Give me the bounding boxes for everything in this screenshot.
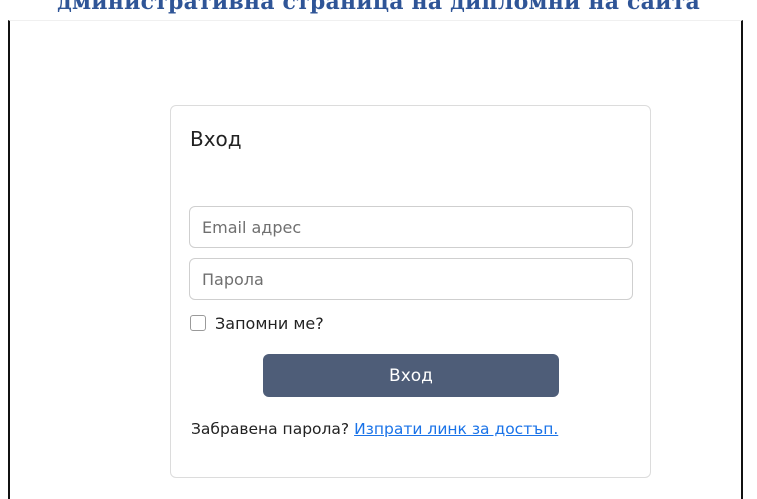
- login-card: Вход Запомни ме? Вход Забравена парола? …: [170, 105, 651, 478]
- login-button[interactable]: Вход: [263, 354, 559, 397]
- forgot-password-text: Забравена парола?: [191, 420, 355, 438]
- password-input[interactable]: [189, 258, 633, 300]
- send-access-link[interactable]: Изпрати линк за достъп.: [354, 420, 558, 438]
- header-strip: дминистративна страница на дипломни на с…: [0, 0, 757, 20]
- email-input[interactable]: [189, 206, 633, 248]
- content-frame: Вход Запомни ме? Вход Забравена парола? …: [8, 20, 743, 499]
- remember-checkbox[interactable]: [190, 315, 206, 331]
- remember-label: Запомни ме?: [215, 313, 324, 333]
- forgot-password-row: Забравена парола? Изпрати линк за достъп…: [191, 420, 558, 438]
- page: дминистративна страница на дипломни на с…: [0, 0, 757, 499]
- remember-me[interactable]: Запомни ме?: [190, 313, 324, 333]
- page-header-title: дминистративна страница на дипломни на с…: [57, 0, 700, 15]
- login-title: Вход: [190, 127, 242, 151]
